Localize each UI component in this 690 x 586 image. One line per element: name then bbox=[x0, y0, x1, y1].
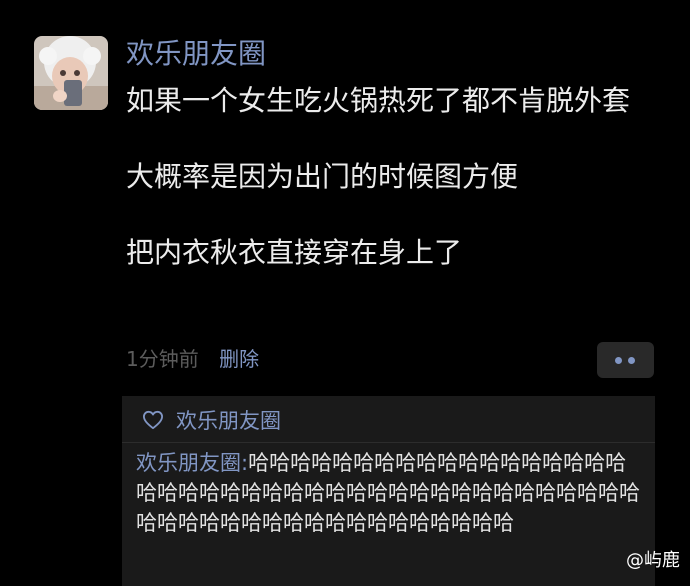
comment-item[interactable]: 欢乐朋友圈:哈哈哈哈哈哈哈哈哈哈哈哈哈哈哈哈哈哈哈哈哈哈哈哈哈哈哈哈哈哈哈哈哈哈… bbox=[136, 448, 642, 538]
more-dots-icon bbox=[628, 357, 635, 364]
heart-icon bbox=[143, 410, 163, 430]
avatar-image bbox=[34, 36, 108, 110]
post-content: 如果一个女生吃火锅热死了都不肯脱外套 大概率是因为出门的时候图方便 把内衣秋衣直… bbox=[126, 82, 656, 272]
more-actions-button[interactable] bbox=[597, 342, 654, 378]
more-dots-icon bbox=[615, 357, 622, 364]
post-time: 1分钟前 bbox=[126, 347, 199, 371]
delete-button[interactable]: 删除 bbox=[219, 347, 259, 371]
comment-author[interactable]: 欢乐朋友圈: bbox=[136, 451, 248, 475]
post-line: 如果一个女生吃火锅热死了都不肯脱外套 bbox=[126, 84, 631, 117]
post-line: 大概率是因为出门的时候图方便 bbox=[126, 160, 519, 193]
post-line-gap bbox=[126, 120, 656, 158]
avatar[interactable] bbox=[34, 36, 108, 110]
post-line: 把内衣秋衣直接穿在身上了 bbox=[126, 236, 463, 269]
post-line-gap bbox=[126, 196, 656, 234]
comment-panel: 欢乐朋友圈 欢乐朋友圈:哈哈哈哈哈哈哈哈哈哈哈哈哈哈哈哈哈哈哈哈哈哈哈哈哈哈哈哈… bbox=[122, 396, 655, 586]
likes-row: 欢乐朋友圈 bbox=[142, 404, 281, 436]
liker-name[interactable]: 欢乐朋友圈 bbox=[176, 405, 281, 435]
poster-name[interactable]: 欢乐朋友圈 bbox=[126, 36, 266, 72]
divider bbox=[122, 442, 655, 443]
post-meta: 1分钟前 删除 bbox=[126, 344, 259, 374]
watermark: @屿鹿 bbox=[626, 550, 680, 571]
